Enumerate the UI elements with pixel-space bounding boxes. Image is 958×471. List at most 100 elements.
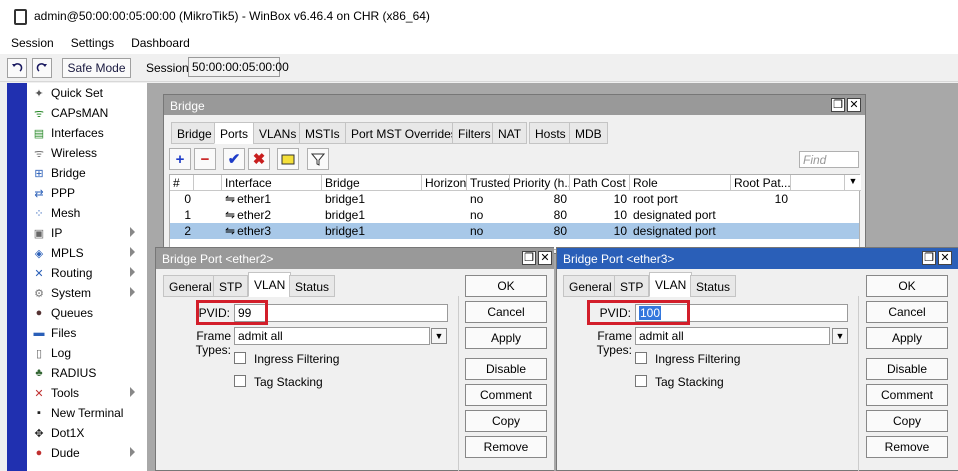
column-header[interactable]: Root Pat... xyxy=(731,175,791,191)
tag-stacking-checkbox[interactable] xyxy=(234,375,246,387)
tab-stp[interactable]: STP xyxy=(213,275,249,297)
sidebar-item-ppp[interactable]: ⇄ PPP xyxy=(27,183,147,203)
routing-icon: ✕ xyxy=(34,267,44,280)
tab-vlan[interactable]: VLAN xyxy=(248,272,292,297)
sidebar-item-mesh[interactable]: ⁘ Mesh xyxy=(27,203,147,223)
sidebar-item-queues[interactable]: ● Queues xyxy=(27,303,147,323)
column-header[interactable]: Priority (h... xyxy=(510,175,570,191)
remove-icon[interactable]: − xyxy=(194,148,216,170)
column-header[interactable] xyxy=(194,175,222,191)
tab-vlan[interactable]: VLAN xyxy=(649,272,693,297)
wireless-icon: ᯤ xyxy=(33,147,45,160)
column-header[interactable]: Bridge xyxy=(322,175,422,191)
sidebar-item-capsman[interactable]: ᯤ CAPsMAN xyxy=(27,103,147,123)
cancel-button[interactable]: Cancel xyxy=(866,301,948,323)
menu-session[interactable]: Session xyxy=(0,36,60,50)
filter-icon[interactable] xyxy=(307,148,329,170)
sidebar-item-ip[interactable]: ▣ IP xyxy=(27,223,147,243)
tab-vlans[interactable]: VLANs xyxy=(253,122,303,144)
tab-filters[interactable]: Filters xyxy=(452,122,497,144)
apply-button[interactable]: Apply xyxy=(866,327,948,349)
table-row[interactable]: 0 ⇋ ether1 bridge1 no 80 10 root port 10 xyxy=(170,191,859,207)
bridge-port-dialog-ether2: Bridge Port <ether2> ❐ ✕ General STP VLA… xyxy=(155,247,554,471)
sidebar-item-bridge[interactable]: ⊞ Bridge xyxy=(27,163,147,183)
apply-button[interactable]: Apply xyxy=(465,327,547,349)
disable-x-icon[interactable]: ✖ xyxy=(248,148,270,170)
remove-button[interactable]: Remove xyxy=(866,436,948,458)
dropdown-arrow-icon[interactable]: ▼ xyxy=(832,328,848,344)
comment-button[interactable]: Comment xyxy=(866,384,948,406)
tab-general[interactable]: General xyxy=(163,275,218,297)
ok-button[interactable]: OK xyxy=(866,275,948,297)
restore-icon[interactable]: ❐ xyxy=(922,251,936,265)
menu-settings[interactable]: Settings xyxy=(60,36,120,50)
tab-status[interactable]: Status xyxy=(690,275,737,297)
enable-check-icon[interactable]: ✔ xyxy=(223,148,245,170)
disable-button[interactable]: Disable xyxy=(465,358,547,380)
sidebar-item-system[interactable]: ⚙ System xyxy=(27,283,147,303)
sidebar-item-log[interactable]: ▯ Log xyxy=(27,343,147,363)
tab-general[interactable]: General xyxy=(563,275,618,297)
menu-dashboard[interactable]: Dashboard xyxy=(120,36,196,50)
columns-dropdown-icon[interactable]: ▼ xyxy=(845,175,861,191)
sidebar-item-wireless[interactable]: ᯤ Wireless xyxy=(27,143,147,163)
table-cell-path-cost: 10 xyxy=(613,224,627,238)
tab-mstis[interactable]: MSTIs xyxy=(299,122,346,144)
table-cell-path-cost: 10 xyxy=(613,192,627,206)
close-icon[interactable]: ✕ xyxy=(938,251,952,265)
table-row[interactable]: 2 ⇋ ether3 bridge1 no 80 10 designated port xyxy=(170,223,859,239)
sidebar-item-dude[interactable]: ● Dude xyxy=(27,443,147,463)
sidebar-item-label: RADIUS xyxy=(51,366,97,380)
sidebar-item-mpls[interactable]: ◈ MPLS xyxy=(27,243,147,263)
tab-hosts[interactable]: Hosts xyxy=(529,122,572,144)
redo-icon[interactable] xyxy=(32,58,52,78)
close-icon[interactable]: ✕ xyxy=(847,98,861,112)
column-header[interactable]: Interface xyxy=(222,175,322,191)
add-icon[interactable]: + xyxy=(169,148,191,170)
column-header[interactable]: Trusted xyxy=(467,175,510,191)
close-icon[interactable]: ✕ xyxy=(538,251,552,265)
tab-port-mst-overrides[interactable]: Port MST Overrides xyxy=(345,122,463,144)
sidebar-item-interfaces[interactable]: ▤ Interfaces xyxy=(27,123,147,143)
tab-ports[interactable]: Ports xyxy=(214,122,255,144)
tab-status[interactable]: Status xyxy=(289,275,336,297)
tab-stp[interactable]: STP xyxy=(614,275,650,297)
sidebar-item-dot1x[interactable]: ✥ Dot1X xyxy=(27,423,147,443)
undo-icon[interactable] xyxy=(7,58,27,78)
column-header[interactable]: # xyxy=(170,175,194,191)
ok-button[interactable]: OK xyxy=(465,275,547,297)
restore-icon[interactable]: ❐ xyxy=(522,251,536,265)
sidebar-item-new-terminal[interactable]: ▪ New Terminal xyxy=(27,403,147,423)
frame-types-select[interactable]: admit all xyxy=(234,327,430,345)
disable-button[interactable]: Disable xyxy=(866,358,948,380)
tab-mdb[interactable]: MDB xyxy=(569,122,608,144)
frame-types-select[interactable]: admit all xyxy=(635,327,830,345)
cancel-button[interactable]: Cancel xyxy=(465,301,547,323)
tab-bridge[interactable]: Bridge xyxy=(171,122,218,144)
copy-button[interactable]: Copy xyxy=(866,410,948,432)
find-field[interactable]: Find xyxy=(799,151,859,168)
tag-stacking-checkbox[interactable] xyxy=(635,375,647,387)
ingress-filtering-checkbox[interactable] xyxy=(234,352,246,364)
comment-button[interactable]: Comment xyxy=(465,384,547,406)
column-header[interactable]: Path Cost xyxy=(570,175,630,191)
sidebar-item-files[interactable]: ▬ Files xyxy=(27,323,147,343)
remove-button[interactable]: Remove xyxy=(465,436,547,458)
safe-mode-button[interactable]: Safe Mode xyxy=(62,58,131,78)
restore-icon[interactable]: ❐ xyxy=(831,98,845,112)
tab-nat[interactable]: NAT xyxy=(492,122,528,144)
dropdown-arrow-icon[interactable]: ▼ xyxy=(431,328,447,344)
sidebar-item-routing[interactable]: ✕ Routing xyxy=(27,263,147,283)
sidebar-item-label: Bridge xyxy=(51,166,86,180)
column-header[interactable]: Role xyxy=(630,175,731,191)
session-field[interactable]: 50:00:00:05:00:00 xyxy=(188,57,289,77)
comment-icon[interactable] xyxy=(277,148,299,170)
ingress-filtering-checkbox[interactable] xyxy=(635,352,647,364)
copy-button[interactable]: Copy xyxy=(465,410,547,432)
sidebar-item-tools[interactable]: ✕ Tools xyxy=(27,383,147,403)
sidebar-item-quick-set[interactable]: ✦ Quick Set xyxy=(27,83,147,103)
column-header[interactable]: Horizon xyxy=(422,175,467,191)
table-row[interactable]: 1 ⇋ ether2 bridge1 no 80 10 designated port xyxy=(170,207,859,223)
sidebar-item-label: Queues xyxy=(51,306,94,320)
sidebar-item-radius[interactable]: ♣ RADIUS xyxy=(27,363,147,383)
